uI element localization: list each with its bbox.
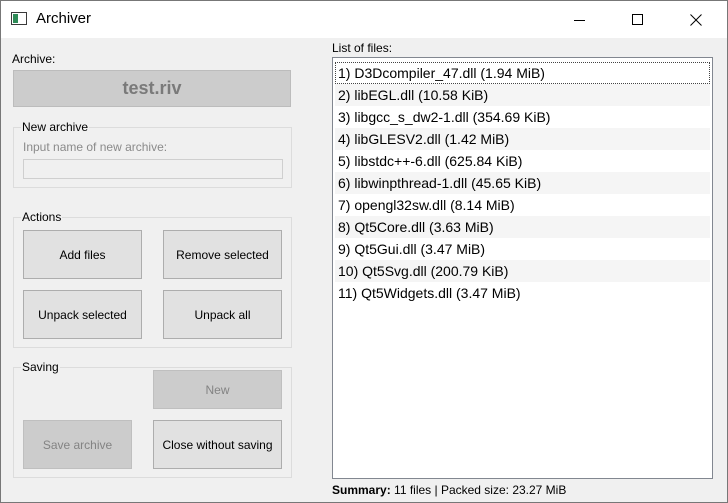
file-list-item[interactable]: 7) opengl32sw.dll (8.14 MiB) bbox=[335, 194, 710, 216]
minimize-button[interactable] bbox=[551, 1, 609, 38]
actions-group-title: Actions bbox=[21, 210, 63, 224]
new-archive-name-input[interactable] bbox=[23, 159, 283, 179]
new-button[interactable]: New bbox=[153, 370, 282, 409]
minimize-icon bbox=[574, 19, 585, 21]
summary-text: 11 files | Packed size: 23.27 MiB bbox=[394, 483, 567, 497]
window-title: Archiver bbox=[36, 10, 92, 27]
file-list-item[interactable]: 1) D3Dcompiler_47.dll (1.94 MiB) bbox=[335, 62, 710, 84]
close-without-saving-button[interactable]: Close without saving bbox=[153, 420, 282, 469]
maximize-icon bbox=[632, 13, 643, 25]
file-list[interactable]: 1) D3Dcompiler_47.dll (1.94 MiB) 2) libE… bbox=[332, 57, 713, 479]
new-archive-input-label: Input name of new archive: bbox=[23, 140, 168, 154]
unpack-all-button[interactable]: Unpack all bbox=[163, 290, 282, 339]
add-files-button[interactable]: Add files bbox=[23, 230, 142, 279]
file-list-label: List of files: bbox=[332, 41, 393, 55]
summary-label: Summary: bbox=[332, 483, 391, 497]
file-list-item[interactable]: 10) Qt5Svg.dll (200.79 KiB) bbox=[335, 260, 710, 282]
close-icon bbox=[690, 13, 702, 26]
archiver-window: Archiver Archive: test.riv New archive I… bbox=[0, 0, 728, 503]
maximize-button[interactable] bbox=[609, 1, 667, 38]
saving-group-title: Saving bbox=[21, 360, 60, 374]
summary-bar: Summary: 11 files | Packed size: 23.27 M… bbox=[332, 483, 566, 497]
archive-name-display: test.riv bbox=[13, 70, 291, 107]
file-list-item[interactable]: 8) Qt5Core.dll (3.63 MiB) bbox=[335, 216, 710, 238]
save-archive-button[interactable]: Save archive bbox=[23, 420, 132, 469]
file-list-item[interactable]: 4) libGLESV2.dll (1.42 MiB) bbox=[335, 128, 710, 150]
app-window-icon bbox=[11, 12, 27, 25]
file-list-item[interactable]: 6) libwinpthread-1.dll (45.65 KiB) bbox=[335, 172, 710, 194]
unpack-selected-button[interactable]: Unpack selected bbox=[23, 290, 142, 339]
close-button[interactable] bbox=[667, 1, 725, 38]
archive-label: Archive: bbox=[12, 52, 56, 66]
file-list-item[interactable]: 9) Qt5Gui.dll (3.47 MiB) bbox=[335, 238, 710, 260]
remove-selected-button[interactable]: Remove selected bbox=[163, 230, 282, 279]
file-list-item[interactable]: 2) libEGL.dll (10.58 KiB) bbox=[335, 84, 710, 106]
new-archive-group-title: New archive bbox=[21, 120, 90, 134]
file-list-item[interactable]: 5) libstdc++-6.dll (625.84 KiB) bbox=[335, 150, 710, 172]
file-list-item[interactable]: 3) libgcc_s_dw2-1.dll (354.69 KiB) bbox=[335, 106, 710, 128]
title-bar[interactable]: Archiver bbox=[1, 1, 727, 38]
file-list-item[interactable]: 11) Qt5Widgets.dll (3.47 MiB) bbox=[335, 282, 710, 304]
